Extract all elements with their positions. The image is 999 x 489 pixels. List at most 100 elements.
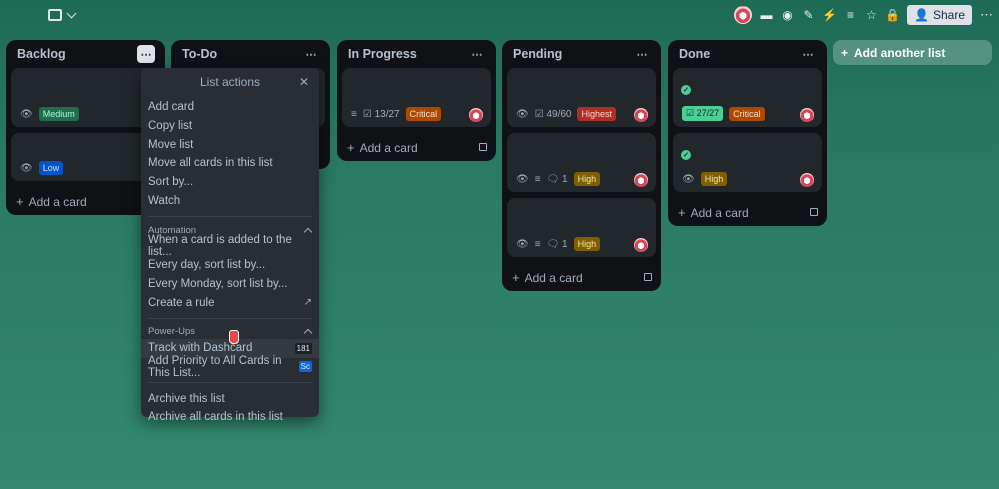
- list-title[interactable]: Backlog: [17, 47, 66, 61]
- list-title[interactable]: To-Do: [182, 47, 217, 61]
- member-avatar[interactable]: [634, 108, 648, 122]
- filter-icon[interactable]: ≡: [844, 8, 857, 22]
- board-header: ▬ ◉ ✎ ⚡ ≡ ☆ 🔒 👤 Share ⋯: [0, 0, 999, 33]
- menu-item-archive-all-cards[interactable]: Archive all cards in this list: [141, 408, 319, 427]
- eye-icon: 👁: [516, 238, 529, 250]
- menu-item-create-rule[interactable]: Create a rule ↗: [141, 293, 319, 312]
- member-avatar[interactable]: [634, 173, 648, 187]
- list-in-progress: In Progress ⋯ ≡ ☑ 13/27 Critical + Add a …: [337, 40, 496, 161]
- card[interactable]: ✓ ☑ 27/27 Critical: [673, 68, 822, 127]
- card[interactable]: 👁 Medium: [11, 68, 160, 127]
- priority-label: High: [573, 237, 601, 251]
- menu-item-copy-list[interactable]: Copy list: [141, 117, 319, 136]
- list-done: Done ⋯ ✓ ☑ 27/27 Critical ✓ 👁 High + Add …: [668, 40, 827, 226]
- priority-label: Critical: [405, 107, 442, 121]
- menu-item-add-card[interactable]: Add card: [141, 98, 319, 117]
- complete-check-icon[interactable]: ✓: [681, 85, 691, 95]
- video-icon[interactable]: ▬: [760, 8, 773, 22]
- card[interactable]: 👁 ☑ 49/60 Highest: [507, 68, 656, 127]
- member-avatar[interactable]: [800, 173, 814, 187]
- popover-title: List actions: [199, 75, 261, 89]
- eye-icon: 👁: [516, 173, 529, 185]
- divider: [148, 382, 312, 384]
- menu-item-move-list[interactable]: Move list: [141, 135, 319, 154]
- menu-item-sort-by[interactable]: Sort by...: [141, 173, 319, 192]
- list-title[interactable]: In Progress: [348, 47, 417, 61]
- menu-item-add-priority[interactable]: Add Priority to All Cards in This List..…: [141, 355, 319, 379]
- menu-item-watch[interactable]: Watch: [141, 191, 319, 210]
- list-actions-button[interactable]: ⋯: [799, 45, 817, 63]
- chevron-down-icon: [66, 8, 77, 18]
- share-user-icon: 👤: [914, 8, 929, 22]
- card[interactable]: 👁 ≡ 🗨 1 High: [507, 198, 656, 257]
- plus-icon: +: [678, 204, 686, 220]
- header-actions: ▬ ◉ ✎ ⚡ ≡ ☆ 🔒 👤 Share ⋯: [734, 5, 993, 25]
- menu-item-archive-list[interactable]: Archive this list: [141, 389, 319, 408]
- checklist-badge: ☑ 27/27: [682, 106, 724, 121]
- divider: [148, 216, 312, 218]
- priority-label: Highest: [577, 107, 616, 121]
- add-list-button[interactable]: + Add another list: [833, 40, 992, 65]
- star-icon[interactable]: ☆: [865, 8, 878, 22]
- comments-badge: 🗨 1: [546, 173, 568, 185]
- eye-icon: 👁: [516, 108, 529, 120]
- plus-icon: +: [16, 193, 24, 209]
- eye-icon: 👁: [682, 173, 695, 185]
- list-actions-button[interactable]: ⋯: [633, 45, 651, 63]
- eye-icon: 👁: [20, 108, 33, 120]
- member-avatar[interactable]: [469, 108, 483, 122]
- add-card-button[interactable]: + Add a card: [337, 133, 496, 161]
- list-pending: Pending ⋯ 👁 ☑ 49/60 Highest 👁 ≡ 🗨 1 High…: [502, 40, 661, 291]
- board-icon: [48, 9, 62, 21]
- card[interactable]: 👁 ≡ 🗨 1 High: [507, 133, 656, 192]
- menu-item-automation-every-monday[interactable]: Every Monday, sort list by...: [141, 275, 319, 294]
- copilot-icon[interactable]: ◉: [781, 8, 794, 22]
- card[interactable]: 👁 Low: [11, 133, 160, 181]
- hand-cursor-icon: [229, 330, 239, 344]
- list-actions-button[interactable]: ⋯: [137, 45, 155, 63]
- card[interactable]: ✓ 👁 High: [673, 133, 822, 192]
- member-avatar[interactable]: [634, 238, 648, 252]
- list-title[interactable]: Pending: [513, 47, 562, 61]
- menu-item-move-all-cards[interactable]: Move all cards in this list: [141, 154, 319, 173]
- priority-label: High: [573, 172, 601, 186]
- list-actions-popover: List actions ✕ Add card Copy list Move l…: [141, 68, 319, 423]
- bolt-icon[interactable]: ⚡: [822, 8, 837, 22]
- divider: [148, 317, 312, 319]
- board-switcher[interactable]: [48, 8, 77, 21]
- external-link-icon: ↗: [303, 297, 312, 309]
- template-icon[interactable]: [479, 143, 487, 151]
- add-card-button[interactable]: + Add a card: [502, 263, 661, 291]
- eye-icon: 👁: [20, 162, 33, 174]
- priority-label: Medium: [38, 107, 79, 121]
- complete-check-icon[interactable]: ✓: [681, 150, 691, 160]
- member-avatar[interactable]: [734, 6, 753, 24]
- lock-icon[interactable]: 🔒: [885, 8, 900, 22]
- dashcard-icon: 181: [294, 342, 312, 354]
- description-icon: ≡: [534, 238, 541, 250]
- pin-icon[interactable]: ✎: [802, 8, 815, 22]
- share-button[interactable]: 👤 Share: [907, 5, 972, 25]
- close-icon[interactable]: ✕: [299, 75, 309, 89]
- priority-label: Low: [38, 161, 64, 175]
- list-actions-button[interactable]: ⋯: [468, 45, 486, 63]
- template-icon[interactable]: [810, 208, 818, 216]
- plus-icon: +: [512, 269, 520, 285]
- description-icon: ≡: [534, 173, 541, 185]
- template-icon[interactable]: [644, 273, 652, 281]
- priority-label: High: [700, 172, 728, 186]
- more-options-icon[interactable]: ⋯: [980, 7, 993, 23]
- description-icon: ≡: [351, 108, 357, 120]
- menu-item-automation-every-day[interactable]: Every day, sort list by...: [141, 256, 319, 275]
- list-title[interactable]: Done: [679, 47, 710, 61]
- chevron-up-icon: [303, 329, 313, 338]
- card[interactable]: ≡ ☑ 13/27 Critical: [342, 68, 491, 127]
- checklist-badge: ☑ 49/60: [534, 108, 572, 120]
- plus-icon: +: [347, 139, 355, 155]
- member-avatar[interactable]: [800, 108, 814, 122]
- menu-item-automation-card-added[interactable]: When a card is added to the list...: [141, 234, 319, 258]
- list-actions-button[interactable]: ⋯: [302, 45, 320, 63]
- priority-label: Critical: [729, 106, 765, 121]
- add-card-button[interactable]: + Add a card: [668, 198, 827, 226]
- comments-badge: 🗨 1: [546, 238, 568, 250]
